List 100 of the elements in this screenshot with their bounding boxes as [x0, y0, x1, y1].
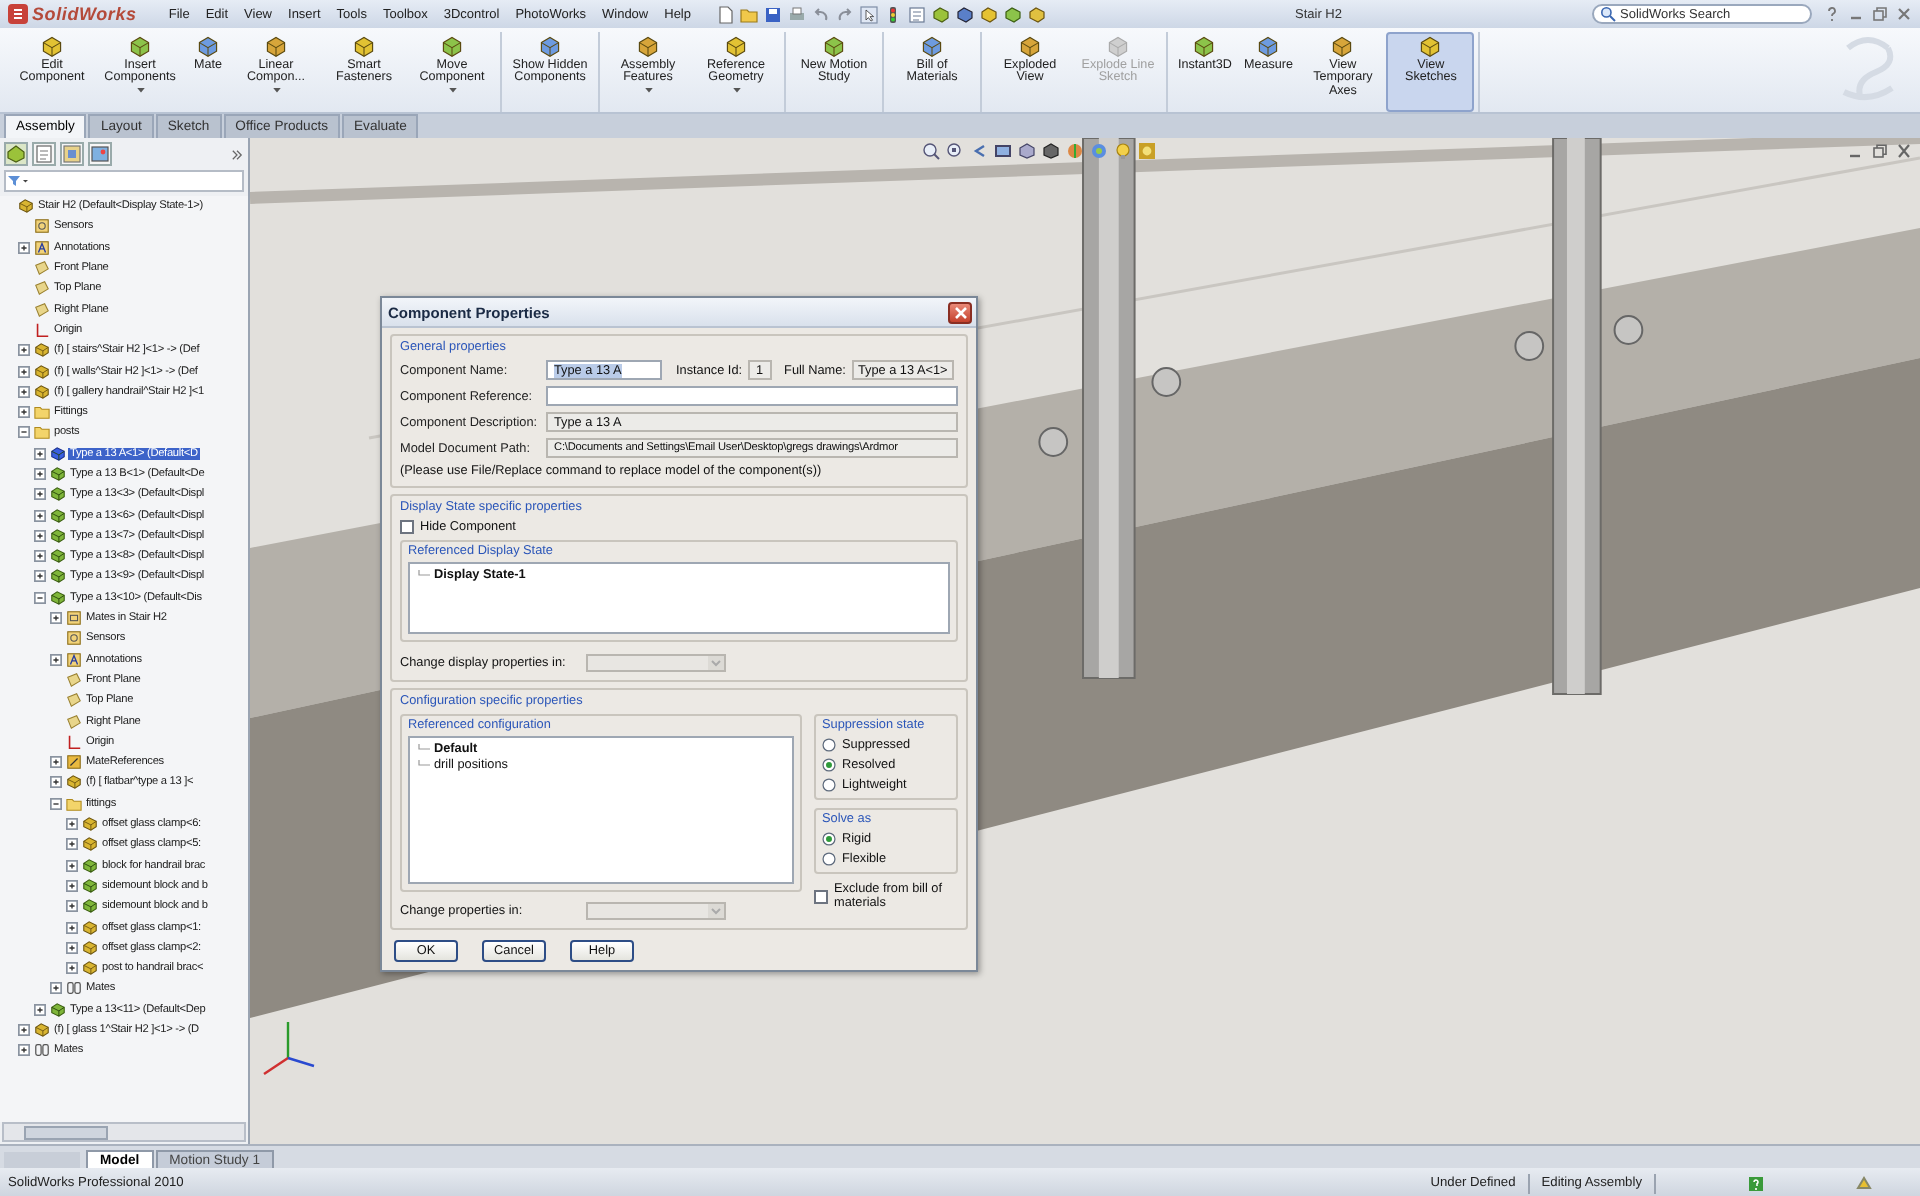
- tool-icon: [538, 34, 562, 58]
- expand-icon[interactable]: [50, 982, 62, 995]
- expand-icon[interactable]: [66, 921, 78, 934]
- display-tab-icon[interactable]: [90, 144, 110, 164]
- help-icon[interactable]: [1824, 6, 1840, 22]
- expand-icon[interactable]: [34, 550, 46, 563]
- restore-icon[interactable]: [1872, 6, 1888, 22]
- expand-icon[interactable]: [50, 612, 62, 625]
- display-style-icon[interactable]: [1042, 142, 1060, 160]
- tool-icon: [264, 34, 288, 58]
- assembly-icon: [82, 960, 98, 977]
- printer-icon[interactable]: [787, 5, 805, 23]
- undo-icon[interactable]: [811, 5, 829, 23]
- expand-icon[interactable]: [18, 241, 30, 254]
- radio-button[interactable]: [822, 778, 836, 792]
- configuration-tab-icon[interactable]: [62, 144, 82, 164]
- expand-icon[interactable]: [34, 488, 46, 501]
- expand-icon[interactable]: [50, 756, 62, 769]
- expand-icon[interactable]: [18, 406, 30, 419]
- checkbox[interactable]: [400, 520, 414, 534]
- part-icon: [50, 507, 66, 524]
- expand-icon[interactable]: [66, 900, 78, 913]
- horizontal-scrollbar[interactable]: [2, 1122, 246, 1142]
- radio-button[interactable]: [822, 852, 836, 866]
- expand-icon[interactable]: [34, 447, 46, 460]
- part-icon: [50, 1001, 66, 1018]
- help-icon[interactable]: [1748, 1175, 1764, 1191]
- close-button[interactable]: [948, 301, 972, 323]
- zoom-to-fit-icon[interactable]: [922, 142, 940, 160]
- close-icon: [953, 305, 967, 319]
- expand-icon[interactable]: [34, 529, 46, 542]
- caret-icon: [731, 87, 741, 94]
- close-icon[interactable]: [1896, 6, 1912, 22]
- expand-icon[interactable]: [18, 1044, 30, 1057]
- part-icon: [82, 898, 98, 915]
- expand-icon[interactable]: [50, 653, 62, 666]
- expand-icon[interactable]: [18, 385, 30, 398]
- tool-icon: [1256, 34, 1281, 58]
- sensor-icon: [34, 218, 50, 235]
- expand-icon[interactable]: [66, 941, 78, 954]
- tool-icon: [40, 34, 64, 58]
- expand-icon[interactable]: [66, 838, 78, 851]
- filter-icon: [6, 174, 30, 188]
- expand-icon[interactable]: [18, 365, 30, 378]
- chevron-icon[interactable]: [230, 147, 244, 161]
- close-icon[interactable]: [1896, 144, 1912, 158]
- expand-icon[interactable]: [18, 1024, 30, 1037]
- expand-icon[interactable]: [34, 570, 46, 583]
- previous-view-icon[interactable]: [970, 142, 988, 160]
- assembly-icon: [34, 383, 50, 400]
- mate-references-icon: [66, 754, 82, 771]
- dropdown-arrow-icon: [708, 904, 724, 918]
- caret-icon: [447, 87, 457, 94]
- tool-icon: [196, 34, 220, 58]
- assembly-icon: [66, 774, 82, 791]
- view-orientation-icon[interactable]: [1018, 142, 1036, 160]
- assembly-icon: [82, 836, 98, 853]
- expand-icon[interactable]: [50, 776, 62, 789]
- text-field[interactable]: [546, 386, 958, 406]
- zoom-area-icon[interactable]: [946, 142, 964, 160]
- radio-button[interactable]: [822, 738, 836, 752]
- part-icon: [50, 589, 66, 606]
- dropdown-arrow-icon: [708, 656, 724, 670]
- save-icon[interactable]: [763, 5, 781, 23]
- options-icon[interactable]: [907, 5, 925, 23]
- branch-line-icon: [418, 744, 430, 754]
- appearance-icon[interactable]: [1066, 142, 1084, 160]
- expand-icon[interactable]: [34, 1003, 46, 1016]
- logo-icon: [8, 4, 28, 24]
- assembly-icon: [34, 1022, 50, 1039]
- collapse-icon[interactable]: [34, 591, 46, 604]
- folder-icon: [66, 795, 82, 812]
- collapse-icon[interactable]: [50, 797, 62, 810]
- new-document-icon[interactable]: [715, 5, 733, 23]
- tool-icon: [636, 34, 660, 58]
- expand-icon[interactable]: [18, 344, 30, 357]
- feature-tree-tab-icon[interactable]: [6, 144, 26, 164]
- tool-icon: [352, 34, 376, 58]
- cursor-icon[interactable]: [859, 5, 877, 23]
- assembly-icon: [82, 939, 98, 956]
- restore-icon[interactable]: [1872, 144, 1888, 158]
- glass-clamp: [1038, 427, 1069, 457]
- expand-icon[interactable]: [34, 509, 46, 522]
- expand-icon[interactable]: [66, 818, 78, 831]
- expand-icon[interactable]: [66, 859, 78, 872]
- radio-button[interactable]: [822, 758, 836, 772]
- checkbox[interactable]: [814, 889, 828, 903]
- section-view-icon[interactable]: [994, 142, 1012, 160]
- expand-icon[interactable]: [34, 468, 46, 480]
- origin-icon: [66, 733, 82, 750]
- redo-icon[interactable]: [835, 5, 853, 23]
- property-tab-icon[interactable]: [34, 144, 54, 164]
- filter-field[interactable]: [4, 170, 244, 192]
- part-icon: [50, 466, 66, 482]
- expand-icon[interactable]: [66, 879, 78, 892]
- assembly-icon: [82, 816, 98, 833]
- expand-icon[interactable]: [66, 962, 78, 975]
- radio-button[interactable]: [822, 832, 836, 846]
- rebuild-icon[interactable]: [1856, 1175, 1872, 1191]
- collapse-icon[interactable]: [18, 426, 30, 439]
